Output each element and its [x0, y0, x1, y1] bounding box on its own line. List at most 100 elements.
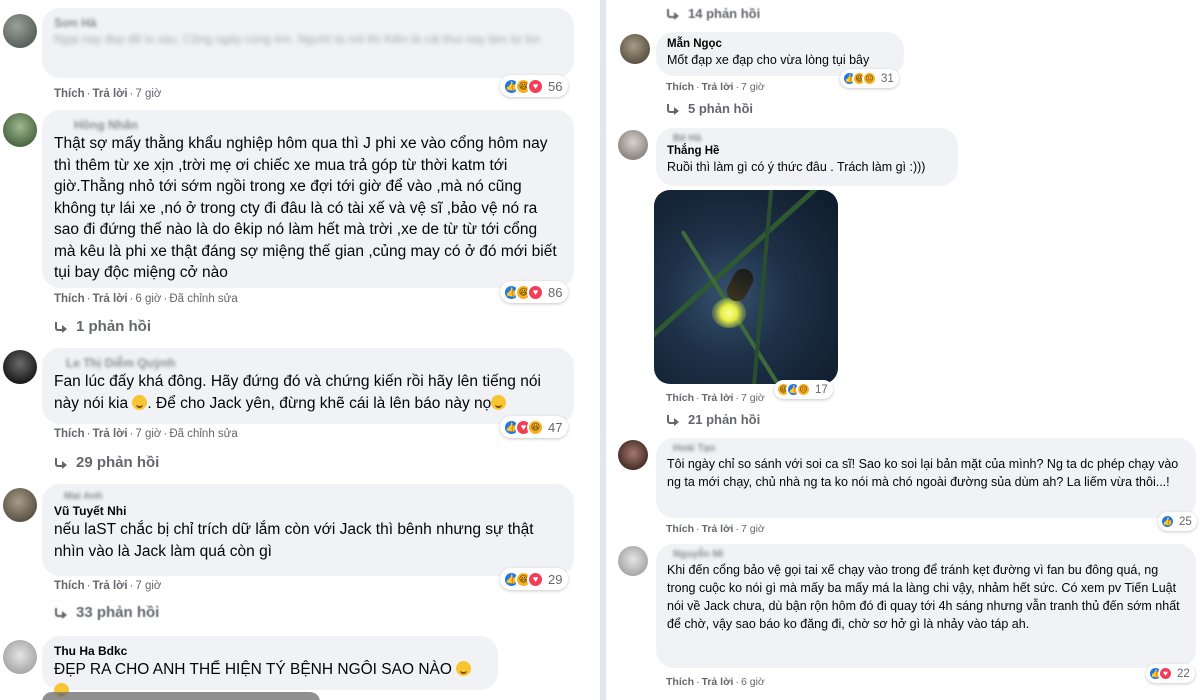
love-icon: ♥: [527, 77, 544, 95]
reaction-count: 31: [881, 72, 894, 85]
reaction-count: 25: [1179, 515, 1192, 528]
reply-link[interactable]: Trả lời: [93, 293, 128, 305]
sad-icon: ☹: [796, 382, 811, 397]
reaction-count: 47: [548, 419, 563, 435]
comment-bubble: Sơn Hà Ngại nay đẹp đề lo xàu. Cũng ngày…: [42, 8, 574, 78]
avatar[interactable]: [3, 14, 37, 48]
right-comment-panel: 14 phản hồi Mẫn Ngọc Mốt đạp xe đạp cho …: [606, 0, 1200, 700]
reaction-summary[interactable]: 👍 😆 ☹ 31: [840, 69, 899, 88]
reaction-summary[interactable]: 😆 👍 ☹ 17: [774, 380, 833, 399]
comment-bubble: Hoài Tạo Tôi ngày chỉ so sánh với soi ca…: [656, 438, 1196, 518]
like-link[interactable]: Thích: [54, 88, 85, 100]
comment-time[interactable]: 6 giờ: [741, 676, 765, 688]
replies-count: 29 phản hồi: [76, 454, 160, 471]
comment-time[interactable]: 7 giờ: [741, 81, 765, 93]
replies-count: 33 phản hồi: [76, 604, 160, 621]
love-icon: ♥: [527, 570, 544, 588]
reaction-summary[interactable]: 👍 😆 ♥ 29: [500, 568, 569, 590]
comment-time[interactable]: 7 giờ: [135, 428, 161, 440]
reply-link[interactable]: Trả lời: [93, 88, 128, 100]
comment-author[interactable]: Hoài Tạo: [673, 443, 1185, 455]
top-fan-name[interactable]: Mai Anh: [64, 491, 562, 503]
view-replies-link[interactable]: 14 phản hồi: [666, 6, 760, 21]
like-link[interactable]: Thích: [54, 428, 85, 440]
reply-link[interactable]: Trả lời: [702, 523, 734, 535]
sad-icon: ☹: [862, 71, 877, 86]
comment-text: Ruồi thì làm gì có ý thức đâu . Trách là…: [667, 160, 926, 174]
avatar[interactable]: [620, 34, 650, 64]
reply-arrow-icon: [54, 607, 68, 619]
reply-link[interactable]: Trả lời: [702, 676, 734, 688]
reply-link[interactable]: Trả lời: [702, 81, 734, 93]
comment-time[interactable]: 7 giờ: [135, 88, 161, 100]
comment-author[interactable]: Mẫn Ngọc: [667, 37, 893, 51]
reaction-summary[interactable]: 👍 ♥ 😆 47: [500, 416, 569, 438]
comment-time[interactable]: 7 giờ: [741, 523, 765, 535]
smile-emoji-icon: [491, 394, 507, 410]
view-replies-link[interactable]: 29 phản hồi: [54, 454, 159, 471]
comment-author[interactable]: Thắng Hề: [667, 144, 947, 158]
edited-label[interactable]: Đã chỉnh sửa: [169, 428, 237, 440]
reaction-count: 22: [1177, 667, 1190, 680]
comment-bubble: Mai Anh Vũ Tuyết Nhi nếu laST chắc bị ch…: [42, 484, 574, 576]
comment-text-part: . Để cho Jack yên, đừng khẽ cái là lên b…: [147, 394, 492, 412]
like-link[interactable]: Thích: [54, 293, 85, 305]
view-replies-link[interactable]: 33 phản hồi: [54, 604, 159, 621]
comment-time[interactable]: 7 giờ: [741, 392, 765, 404]
avatar[interactable]: [3, 350, 37, 384]
comment-time[interactable]: 7 giờ: [135, 580, 161, 592]
comment-author[interactable]: Hồng Nhân: [74, 117, 562, 133]
top-fan-name[interactable]: Bé Hà: [673, 133, 947, 144]
reaction-summary[interactable]: 👍 😆 ♥ 56: [500, 75, 569, 97]
replies-count: 5 phản hồi: [688, 101, 753, 116]
comment-actions: Thích · Trả lời · 7 giờ: [666, 523, 765, 535]
view-replies-link[interactable]: 1 phản hồi: [54, 318, 151, 335]
avatar[interactable]: [3, 113, 37, 147]
comment-actions: Thích · Trả lời · 7 giờ: [666, 392, 765, 404]
avatar[interactable]: [3, 488, 37, 522]
firefly-glow: [712, 298, 746, 328]
reply-arrow-icon: [54, 321, 68, 333]
smile-emoji-icon: [132, 394, 148, 410]
like-link[interactable]: Thích: [666, 392, 694, 404]
reply-arrow-icon: [666, 8, 680, 20]
avatar[interactable]: [618, 440, 648, 470]
reply-link[interactable]: Trả lời: [93, 580, 128, 592]
reaction-count: 17: [815, 383, 828, 396]
comment-author[interactable]: Nguyễn Mi: [673, 549, 1185, 561]
comment-actions: Thích · Trả lời · 6 giờ · Đã chỉnh sửa: [54, 293, 238, 305]
avatar[interactable]: [3, 640, 37, 674]
comment-time[interactable]: 6 giờ: [135, 293, 161, 305]
comment-author[interactable]: Sơn Hà: [54, 15, 562, 31]
reply-arrow-icon: [666, 103, 680, 115]
avatar[interactable]: [618, 130, 648, 160]
comment-photo-firefly[interactable]: [654, 190, 838, 384]
left-comment-panel: Sơn Hà Ngại nay đẹp đề lo xàu. Cũng ngày…: [0, 0, 600, 700]
replies-count: 1 phản hồi: [76, 318, 151, 335]
comment-bubble: Nguyễn Mi Khi đến cổng bảo vệ gọi tai xế…: [656, 544, 1196, 668]
attached-image-preview[interactable]: [42, 692, 320, 700]
edited-label[interactable]: Đã chỉnh sửa: [169, 293, 237, 305]
comment-text: Ngại nay đẹp đề lo xàu. Cũng ngày cùng é…: [54, 32, 544, 46]
comment-author[interactable]: Le Thị Diễm Quỳnh: [66, 355, 562, 371]
view-replies-link[interactable]: 21 phản hồi: [666, 412, 760, 427]
reaction-summary[interactable]: 👍 ♥ 22: [1146, 664, 1195, 683]
comment-bubble: Le Thị Diễm Quỳnh Fan lúc đấy khá đông. …: [42, 348, 574, 424]
comment-bubble: Bé Hà Thắng Hề Ruồi thì làm gì có ý thức…: [656, 128, 958, 186]
like-link[interactable]: Thích: [666, 523, 694, 535]
reply-link[interactable]: Trả lời: [702, 392, 734, 404]
comment-actions: Thích · Trả lời · 7 giờ: [54, 580, 162, 592]
reply-link[interactable]: Trả lời: [93, 428, 128, 440]
like-link[interactable]: Thích: [666, 676, 694, 688]
reaction-count: 29: [548, 571, 563, 587]
like-link[interactable]: Thích: [54, 580, 85, 592]
comment-author[interactable]: Thu Ha Bdkc: [54, 643, 486, 659]
comment-bubble: Hồng Nhân Thật sợ mấy thằng khẩu nghiệp …: [42, 110, 574, 288]
reaction-summary[interactable]: 👍 25: [1158, 512, 1197, 531]
comment-author[interactable]: Vũ Tuyết Nhi: [54, 503, 562, 519]
avatar[interactable]: [618, 546, 648, 576]
view-replies-link[interactable]: 5 phản hồi: [666, 101, 753, 116]
comment-text: Khi đến cổng bảo vệ gọi tai xế chạy vào …: [667, 563, 1180, 631]
reaction-summary[interactable]: 👍 😆 ♥ 86: [500, 281, 569, 303]
like-link[interactable]: Thích: [666, 81, 694, 93]
